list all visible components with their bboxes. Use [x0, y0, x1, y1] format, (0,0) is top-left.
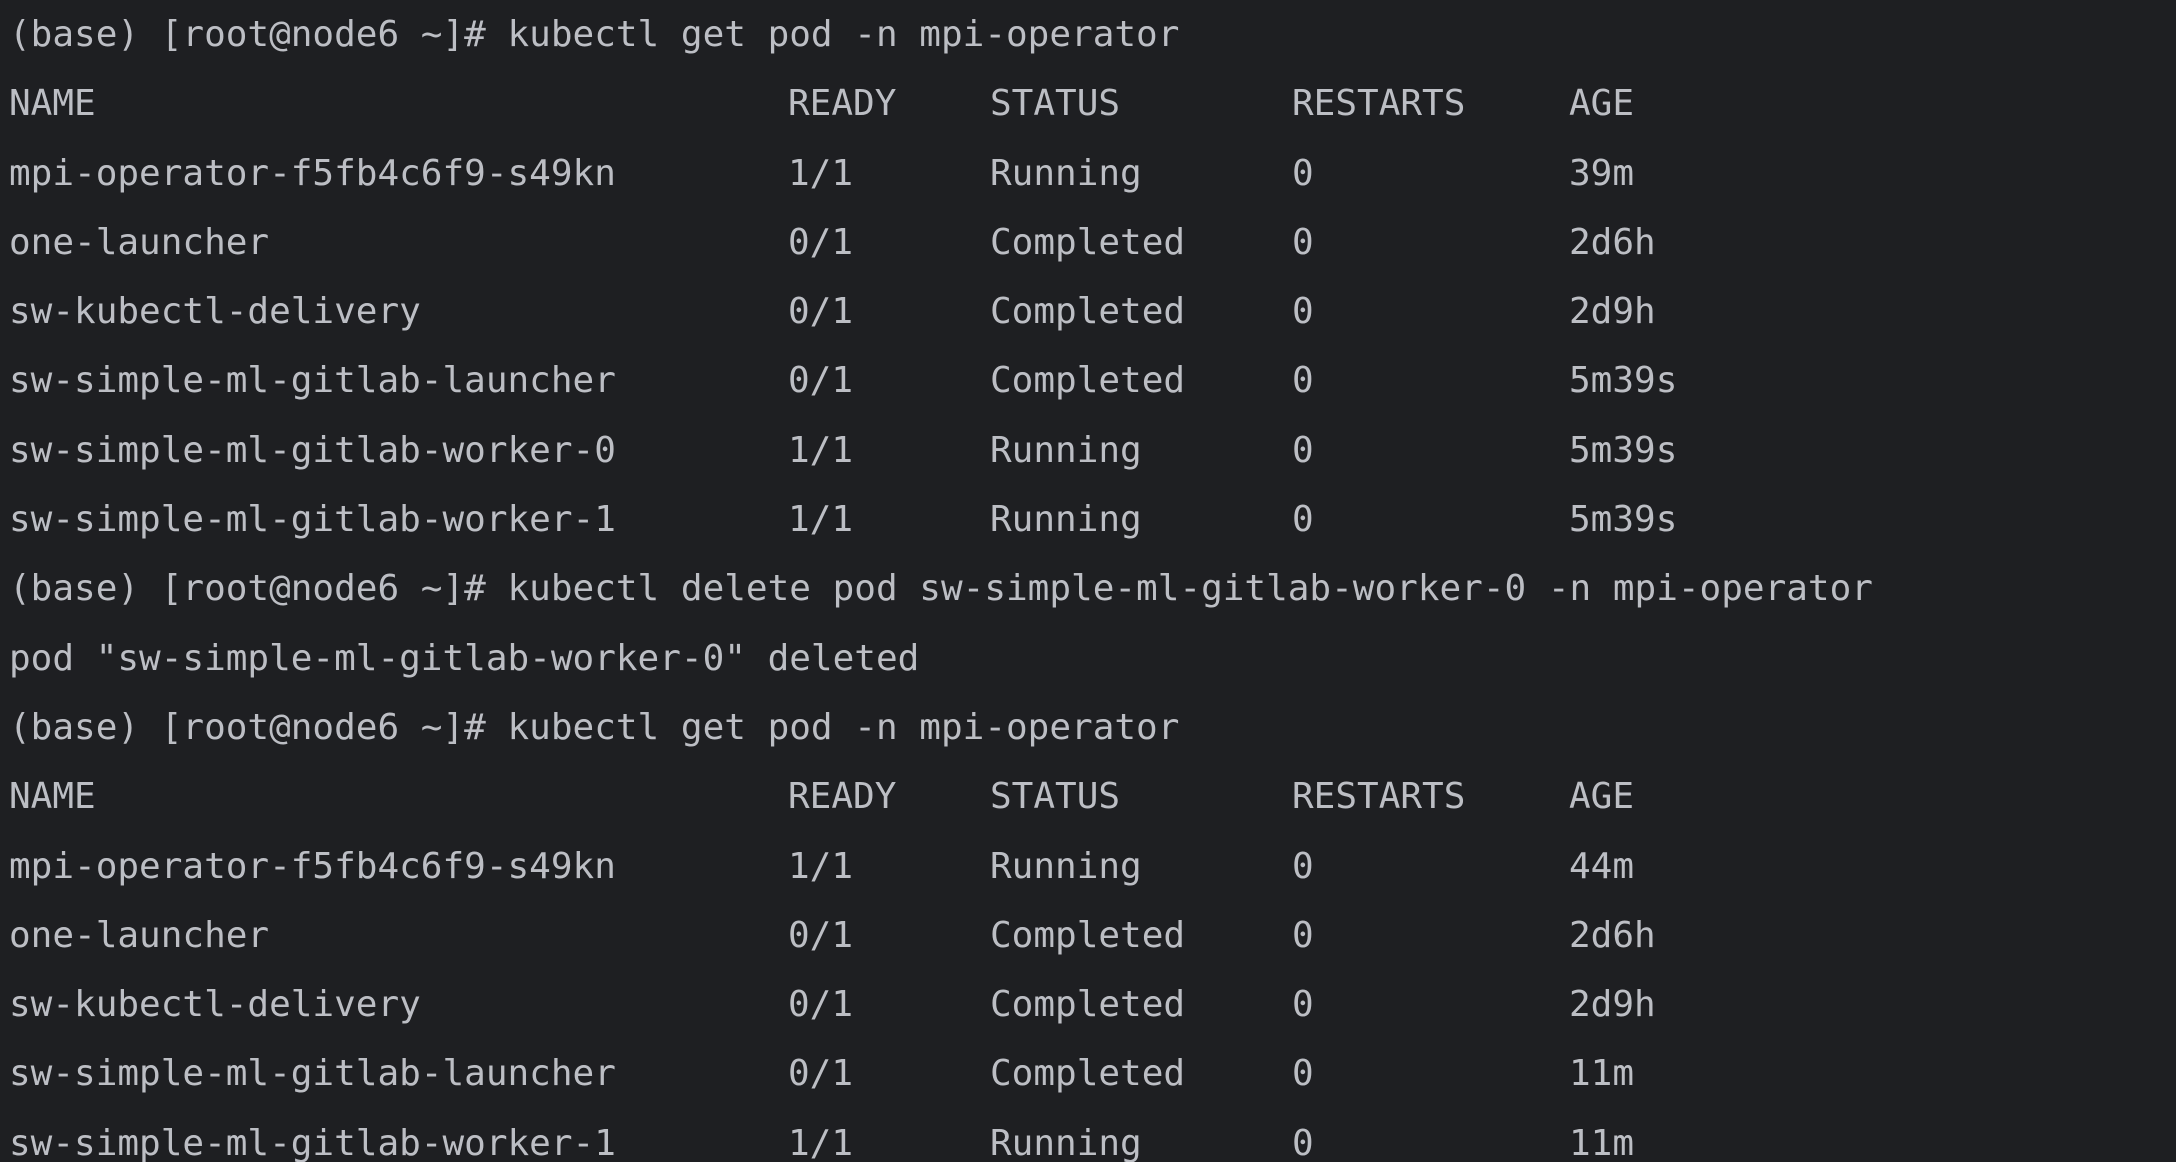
- pod-name: sw-simple-ml-gitlab-worker-0: [9, 429, 616, 471]
- table-row: sw-kubectl-delivery 0/1 Completed 0 2d9h: [0, 277, 2176, 346]
- pod-name: sw-simple-ml-gitlab-worker-1: [9, 1122, 616, 1162]
- pod-ready: 0/1: [788, 360, 854, 402]
- pod-age: 11m: [1569, 1053, 1635, 1095]
- table-row: one-launcher 0/1 Completed 0 2d6h: [0, 901, 2176, 970]
- pod-age: 5m39s: [1569, 499, 1678, 541]
- terminal-window[interactable]: (base) [root@node6 ~]# kubectl get pod -…: [0, 0, 2176, 1162]
- pod-ready: 1/1: [788, 845, 854, 887]
- pod-ready: 1/1: [788, 429, 854, 471]
- pod-name: mpi-operator-f5fb4c6f9-s49kn: [9, 152, 616, 194]
- pod-restarts: 0: [1292, 429, 1314, 471]
- pod-ready: 1/1: [788, 1122, 854, 1162]
- pod-age: 39m: [1569, 152, 1635, 194]
- pod-name: mpi-operator-f5fb4c6f9-s49kn: [9, 845, 616, 887]
- pod-restarts: 0: [1292, 845, 1314, 887]
- pod-restarts: 0: [1292, 984, 1314, 1026]
- pod-status: Completed: [990, 360, 1186, 402]
- pod-status: Completed: [990, 914, 1186, 956]
- pod-restarts: 0: [1292, 1122, 1314, 1162]
- pod-age: 5m39s: [1569, 360, 1678, 402]
- pod-age: 2d6h: [1569, 914, 1656, 956]
- pod-restarts: 0: [1292, 221, 1314, 263]
- pod-restarts: 0: [1292, 291, 1314, 333]
- pod-name: sw-simple-ml-gitlab-launcher: [9, 360, 616, 402]
- pod-restarts: 0: [1292, 914, 1314, 956]
- pod-restarts: 0: [1292, 499, 1314, 541]
- pod-name: sw-kubectl-delivery: [9, 984, 421, 1026]
- pod-status: Running: [990, 152, 1142, 194]
- table-row: sw-simple-ml-gitlab-launcher 0/1 Complet…: [0, 1039, 2176, 1108]
- header-age: AGE: [1569, 83, 1635, 125]
- pod-age: 2d6h: [1569, 221, 1656, 263]
- pod-status: Running: [990, 1122, 1142, 1162]
- pod-age: 44m: [1569, 845, 1635, 887]
- pod-status: Running: [990, 499, 1142, 541]
- pod-restarts: 0: [1292, 1053, 1314, 1095]
- pod-status: Completed: [990, 1053, 1186, 1095]
- shell-prompt: (base) [root@node6 ~]#: [9, 568, 508, 610]
- header-ready: READY: [788, 776, 897, 818]
- pod-ready: 1/1: [788, 499, 854, 541]
- table-row: sw-simple-ml-gitlab-worker-0 1/1 Running…: [0, 416, 2176, 485]
- pod-name: sw-kubectl-delivery: [9, 291, 421, 333]
- pod-status: Running: [990, 845, 1142, 887]
- table-row: sw-simple-ml-gitlab-worker-1 1/1 Running…: [0, 1109, 2176, 1162]
- pod-status: Running: [990, 429, 1142, 471]
- command-text: kubectl get pod -n mpi-operator: [507, 14, 1180, 55]
- pod-age: 2d9h: [1569, 984, 1656, 1026]
- pod-name: sw-simple-ml-gitlab-launcher: [9, 1053, 616, 1095]
- table-row: one-launcher 0/1 Completed 0 2d6h: [0, 208, 2176, 277]
- pod-age: 11m: [1569, 1122, 1635, 1162]
- header-restarts: RESTARTS: [1292, 83, 1466, 125]
- pod-ready: 0/1: [788, 1053, 854, 1095]
- pod-ready: 0/1: [788, 984, 854, 1026]
- table-header: NAME READY STATUS RESTARTS AGE: [0, 762, 2176, 831]
- header-name: NAME: [9, 776, 96, 818]
- pod-age: 5m39s: [1569, 429, 1678, 471]
- shell-prompt: (base) [root@node6 ~]#: [9, 706, 508, 748]
- header-status: STATUS: [990, 776, 1121, 818]
- table-row: sw-kubectl-delivery 0/1 Completed 0 2d9h: [0, 970, 2176, 1039]
- header-name: NAME: [9, 83, 96, 125]
- command-line: (base) [root@node6 ~]# kubectl get pod -…: [0, 693, 2176, 762]
- command-text: kubectl delete pod sw-simple-ml-gitlab-w…: [507, 568, 1873, 610]
- command-output: pod "sw-simple-ml-gitlab-worker-0" delet…: [9, 637, 920, 679]
- table-row: sw-simple-ml-gitlab-launcher 0/1 Complet…: [0, 346, 2176, 415]
- pod-age: 2d9h: [1569, 291, 1656, 333]
- pod-status: Completed: [990, 221, 1186, 263]
- pod-ready: 0/1: [788, 914, 854, 956]
- table-row: sw-simple-ml-gitlab-worker-1 1/1 Running…: [0, 485, 2176, 554]
- pod-ready: 0/1: [788, 291, 854, 333]
- pod-ready: 1/1: [788, 152, 854, 194]
- pod-name: one-launcher: [9, 221, 270, 263]
- pod-restarts: 0: [1292, 152, 1314, 194]
- table-row: mpi-operator-f5fb4c6f9-s49kn 1/1 Running…: [0, 832, 2176, 901]
- pod-ready: 0/1: [788, 221, 854, 263]
- command-line: (base) [root@node6 ~]# kubectl get pod -…: [0, 0, 2176, 69]
- header-restarts: RESTARTS: [1292, 776, 1466, 818]
- pod-status: Completed: [990, 984, 1186, 1026]
- pod-status: Completed: [990, 291, 1186, 333]
- command-text: kubectl get pod -n mpi-operator: [507, 706, 1180, 748]
- table-row: mpi-operator-f5fb4c6f9-s49kn 1/1 Running…: [0, 139, 2176, 208]
- header-age: AGE: [1569, 776, 1635, 818]
- header-ready: READY: [788, 83, 897, 125]
- pod-name: sw-simple-ml-gitlab-worker-1: [9, 499, 616, 541]
- command-line: (base) [root@node6 ~]# kubectl delete po…: [0, 554, 2176, 623]
- pod-name: one-launcher: [9, 914, 270, 956]
- header-status: STATUS: [990, 83, 1121, 125]
- pod-restarts: 0: [1292, 360, 1314, 402]
- shell-prompt: (base) [root@node6 ~]#: [9, 14, 508, 55]
- table-header: NAME READY STATUS RESTARTS AGE: [0, 69, 2176, 138]
